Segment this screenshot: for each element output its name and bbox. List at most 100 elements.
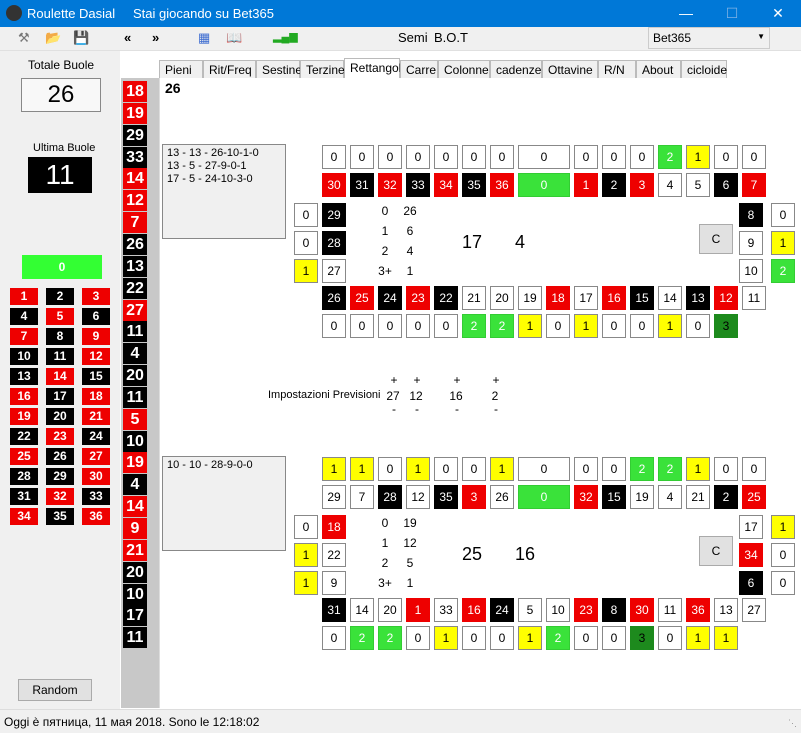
zero-cell[interactable]: 0 xyxy=(22,255,102,279)
grid-number-8[interactable]: 8 xyxy=(46,328,74,345)
stat-cell[interactable]: 0 xyxy=(350,145,374,169)
tab-ottavine[interactable]: Ottavine xyxy=(542,60,598,79)
roulette-number-13[interactable]: 13 xyxy=(714,598,738,622)
stat-cell[interactable]: 2 xyxy=(490,314,514,338)
roulette-number-31[interactable]: 31 xyxy=(322,598,346,622)
roulette-number-30[interactable]: 30 xyxy=(630,598,654,622)
grid-number-22[interactable]: 22 xyxy=(10,428,38,445)
roulette-number-34[interactable]: 34 xyxy=(739,543,763,567)
stat-cell[interactable]: 0 xyxy=(574,626,598,650)
tab-rn[interactable]: R/N xyxy=(598,60,636,79)
grid-number-1[interactable]: 1 xyxy=(10,288,38,305)
grid-number-17[interactable]: 17 xyxy=(46,388,74,405)
stat-cell[interactable]: 0 xyxy=(322,145,346,169)
stat-cell[interactable]: 0 xyxy=(546,314,570,338)
result-list[interactable]: 10 - 10 - 28-9-0-0 xyxy=(162,456,286,551)
stat-cell[interactable]: 0 xyxy=(574,145,598,169)
roulette-number-19[interactable]: 19 xyxy=(518,286,542,310)
roulette-number-27[interactable]: 27 xyxy=(322,259,346,283)
stat-cell[interactable]: 0 xyxy=(406,626,430,650)
roulette-number-1[interactable]: 1 xyxy=(574,173,598,197)
grid-number-23[interactable]: 23 xyxy=(46,428,74,445)
roulette-number-14[interactable]: 14 xyxy=(658,286,682,310)
stat-cell[interactable]: 0 xyxy=(378,457,402,481)
tools-icon[interactable]: ⚒ xyxy=(18,30,30,46)
open-folder-icon[interactable]: 📂 xyxy=(45,30,61,46)
minus-button[interactable]: - xyxy=(407,402,427,416)
roulette-number-26[interactable]: 26 xyxy=(490,485,514,509)
roulette-number-5[interactable]: 5 xyxy=(518,598,542,622)
plus-button[interactable]: + xyxy=(447,373,467,387)
stat-cell[interactable]: 2 xyxy=(462,314,486,338)
stat-cell[interactable]: 0 xyxy=(434,314,458,338)
stat-cell[interactable]: 0 xyxy=(462,457,486,481)
stat-cell[interactable]: 0 xyxy=(714,145,738,169)
stat-cell[interactable]: 2 xyxy=(546,626,570,650)
stat-cell[interactable]: 0 xyxy=(434,457,458,481)
roulette-number-4[interactable]: 4 xyxy=(658,173,682,197)
result-list[interactable]: 13 - 13 - 26-10-1-0 13 - 5 - 27-9-0-1 17 -… xyxy=(162,144,286,239)
stat-cell[interactable]: 0 xyxy=(658,626,682,650)
roulette-number-17[interactable]: 17 xyxy=(739,515,763,539)
roulette-number-14[interactable]: 14 xyxy=(350,598,374,622)
book-icon[interactable]: 📖 xyxy=(226,30,242,46)
roulette-number-27[interactable]: 27 xyxy=(742,598,766,622)
stat-cell[interactable]: 0 xyxy=(434,145,458,169)
grid-number-32[interactable]: 32 xyxy=(46,488,74,505)
roulette-number-31[interactable]: 31 xyxy=(350,173,374,197)
stat-cell[interactable]: 0 xyxy=(574,457,598,481)
stat-cell[interactable]: 0 xyxy=(518,457,570,481)
stat-cell[interactable]: 1 xyxy=(294,571,318,595)
stat-cell[interactable]: 0 xyxy=(294,515,318,539)
grid-number-27[interactable]: 27 xyxy=(82,448,110,465)
roulette-number-2[interactable]: 2 xyxy=(714,485,738,509)
grid-number-33[interactable]: 33 xyxy=(82,488,110,505)
stat-cell[interactable]: 0 xyxy=(350,314,374,338)
back-button[interactable]: « xyxy=(124,30,131,45)
stat-cell[interactable]: 1 xyxy=(322,457,346,481)
stat-cell[interactable]: 0 xyxy=(378,314,402,338)
grid-number-2[interactable]: 2 xyxy=(46,288,74,305)
grid-number-31[interactable]: 31 xyxy=(10,488,38,505)
roulette-number-36[interactable]: 36 xyxy=(686,598,710,622)
stat-cell[interactable]: 0 xyxy=(322,626,346,650)
grid-number-26[interactable]: 26 xyxy=(46,448,74,465)
grid-number-5[interactable]: 5 xyxy=(46,308,74,325)
stat-cell[interactable]: 2 xyxy=(378,626,402,650)
roulette-number-10[interactable]: 10 xyxy=(739,259,763,283)
tab-ritfreq[interactable]: Rit/Freq xyxy=(203,60,256,79)
roulette-number-0[interactable]: 0 xyxy=(518,173,570,197)
stat-cell[interactable]: 1 xyxy=(294,543,318,567)
roulette-number-18[interactable]: 18 xyxy=(322,515,346,539)
roulette-number-7[interactable]: 7 xyxy=(742,173,766,197)
roulette-number-35[interactable]: 35 xyxy=(462,173,486,197)
stat-cell[interactable]: 1 xyxy=(518,626,542,650)
stat-cell[interactable]: 0 xyxy=(602,314,626,338)
stat-cell[interactable]: 0 xyxy=(462,145,486,169)
tab-terzine[interactable]: Terzine xyxy=(300,60,345,79)
stat-cell[interactable]: 2 xyxy=(658,145,682,169)
grid-number-29[interactable]: 29 xyxy=(46,468,74,485)
roulette-number-29[interactable]: 29 xyxy=(322,203,346,227)
grid-number-4[interactable]: 4 xyxy=(10,308,38,325)
grid-number-9[interactable]: 9 xyxy=(82,328,110,345)
grid-number-25[interactable]: 25 xyxy=(10,448,38,465)
maximize-icon[interactable]: ☐ xyxy=(709,0,755,27)
roulette-number-4[interactable]: 4 xyxy=(658,485,682,509)
c-button[interactable]: C xyxy=(699,536,733,566)
roulette-number-33[interactable]: 33 xyxy=(434,598,458,622)
tab-pieni[interactable]: Pieni xyxy=(159,60,203,79)
roulette-number-11[interactable]: 11 xyxy=(658,598,682,622)
grid-number-19[interactable]: 19 xyxy=(10,408,38,425)
grid-number-7[interactable]: 7 xyxy=(10,328,38,345)
plus-button[interactable]: + xyxy=(407,373,427,387)
roulette-number-36[interactable]: 36 xyxy=(490,173,514,197)
roulette-number-32[interactable]: 32 xyxy=(574,485,598,509)
roulette-number-1[interactable]: 1 xyxy=(406,598,430,622)
roulette-number-32[interactable]: 32 xyxy=(378,173,402,197)
stat-cell[interactable]: 0 xyxy=(490,145,514,169)
roulette-number-30[interactable]: 30 xyxy=(322,173,346,197)
stat-cell[interactable]: 2 xyxy=(630,457,654,481)
grid-number-13[interactable]: 13 xyxy=(10,368,38,385)
stat-cell[interactable]: 0 xyxy=(686,314,710,338)
